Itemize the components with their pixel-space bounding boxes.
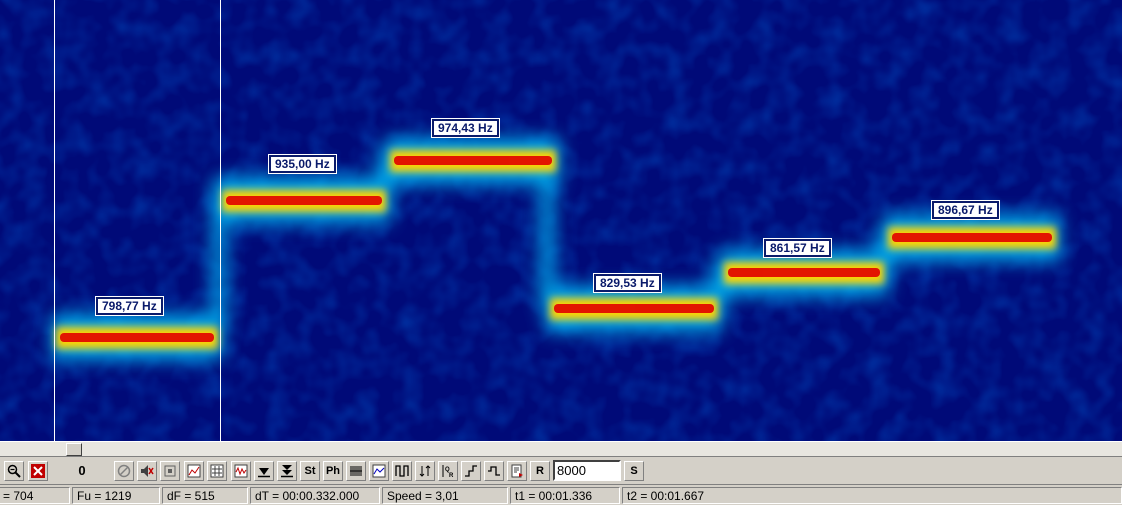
qr-button[interactable]: QR — [438, 461, 458, 481]
counter-value: 0 — [78, 463, 86, 478]
status-speed: Speed = 3,01 — [382, 487, 508, 504]
frequency-label: 974,43 Hz — [431, 118, 500, 138]
swap-button[interactable] — [415, 461, 435, 481]
pulse-step-icon — [488, 466, 500, 476]
status-t2: t2 = 00:01.667 — [622, 487, 1122, 504]
frequency-label: 896,67 Hz — [931, 200, 1000, 220]
square-stop-icon — [164, 465, 176, 477]
marker-double-button[interactable] — [277, 461, 297, 481]
status-f: = 704 — [0, 487, 70, 504]
status-dt: dT = 00:00.332.000 — [250, 487, 380, 504]
red-x-icon — [31, 464, 45, 478]
frequency-label: 935,00 Hz — [268, 154, 337, 174]
st-button[interactable]: St — [300, 461, 320, 481]
spectrum-button[interactable] — [184, 461, 204, 481]
horizontal-scrollbar[interactable] — [0, 441, 1122, 457]
s-button[interactable]: S — [624, 461, 644, 481]
toolbar: 0 St Ph QR R 8000 S — [0, 457, 1122, 485]
scrollbar-thumb[interactable] — [66, 443, 82, 456]
status-fu: Fu = 1219 — [72, 487, 160, 504]
svg-text:R: R — [449, 473, 454, 478]
stop-button[interactable] — [114, 461, 134, 481]
sample-rate-input[interactable] — [553, 460, 621, 481]
arrow-down-bar-icon — [258, 468, 270, 478]
up-down-arrows-icon — [419, 465, 431, 477]
graph-icon — [187, 464, 201, 478]
status-t1: t1 = 00:01.336 — [510, 487, 620, 504]
vertical-bars-icon — [350, 466, 362, 476]
sonogram-button[interactable] — [369, 461, 389, 481]
frequency-label: 829,53 Hz — [593, 273, 662, 293]
spectrogram-view[interactable]: 798,77 Hz 935,00 Hz 974,43 Hz 829,53 Hz … — [0, 0, 1122, 441]
zoom-out-button[interactable] — [4, 461, 24, 481]
start-cursor-line[interactable] — [54, 0, 55, 441]
double-arrow-down-icon — [281, 465, 293, 478]
step-icon — [465, 465, 477, 477]
delete-button[interactable] — [28, 461, 48, 481]
status-bar: = 704 Fu = 1219 dF = 515 dT = 00:00.332.… — [0, 486, 1122, 505]
magnifier-minus-icon — [7, 464, 21, 478]
grid-hash-icon — [210, 464, 224, 478]
grid-button[interactable] — [207, 461, 227, 481]
pulse-button[interactable] — [392, 461, 412, 481]
sonogram-icon — [372, 464, 386, 478]
frequency-label: 861,57 Hz — [763, 238, 832, 258]
record-button[interactable] — [160, 461, 180, 481]
export-button[interactable] — [507, 461, 527, 481]
document-arrow-icon — [511, 464, 523, 478]
spectrogram-canvas — [0, 0, 1122, 441]
square-wave-icon — [395, 465, 409, 477]
ph-button[interactable]: Ph — [323, 461, 343, 481]
step-up-button[interactable] — [461, 461, 481, 481]
filter-bank-button[interactable] — [346, 461, 366, 481]
qr-icon: QR — [442, 465, 454, 478]
status-df: dF = 515 — [162, 487, 248, 504]
end-cursor-line[interactable] — [220, 0, 221, 441]
mute-button[interactable] — [137, 461, 157, 481]
step-pulse-button[interactable] — [484, 461, 504, 481]
waveform-graph-icon — [234, 464, 248, 478]
speaker-mute-icon — [141, 465, 154, 477]
frequency-label: 798,77 Hz — [95, 296, 164, 316]
r-button[interactable]: R — [530, 461, 550, 481]
marker-down-button[interactable] — [254, 461, 274, 481]
waveform-button[interactable] — [231, 461, 251, 481]
no-symbol-icon — [117, 464, 131, 478]
